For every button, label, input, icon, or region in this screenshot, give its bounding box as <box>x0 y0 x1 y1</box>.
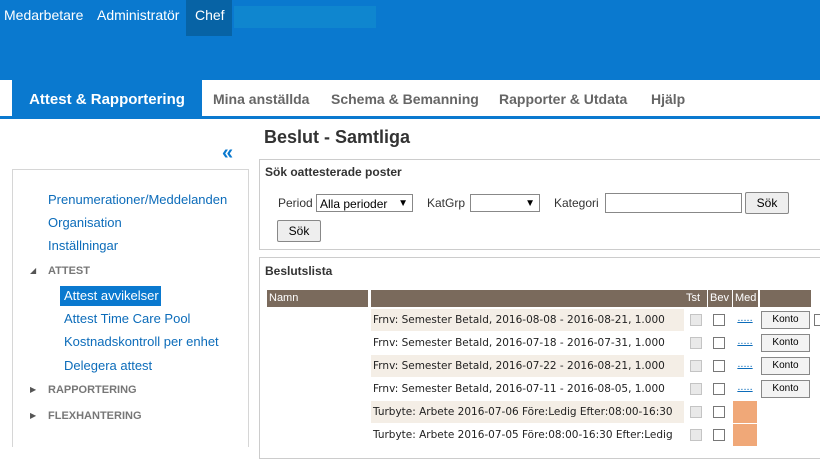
bev-checkbox[interactable] <box>713 406 725 418</box>
collapsed-triangle-icon[interactable]: ▶ <box>30 411 36 420</box>
tst-checkbox <box>690 337 702 349</box>
kategori-input[interactable] <box>605 193 742 213</box>
sok-button-inline[interactable]: Sök <box>745 192 789 214</box>
top-bar: Medarbetare Administratör Chef <box>0 0 820 80</box>
konto-button[interactable]: Konto <box>761 380 810 398</box>
tst-checkbox <box>690 406 702 418</box>
period-select[interactable]: Alla perioder ▼ <box>316 194 413 212</box>
sidebar-item-organisation[interactable]: Organisation <box>48 215 122 230</box>
expanded-triangle-icon[interactable]: ◢ <box>30 266 36 275</box>
role-medarbetare[interactable]: Medarbetare <box>4 0 83 36</box>
table-row[interactable]: Turbyte: Arbete 2016-07-06 Före:Ledig Ef… <box>371 401 684 423</box>
konto-button[interactable]: Konto <box>761 311 810 329</box>
bev-checkbox[interactable] <box>713 360 725 372</box>
table-row[interactable]: Frnv: Semester Betald, 2016-07-22 - 2016… <box>371 355 684 377</box>
sidebar-item-prenumerationer[interactable]: Prenumerationer/Meddelanden <box>48 192 227 207</box>
konto-button[interactable]: Konto <box>761 334 810 352</box>
sidebar-section-flexhantering[interactable]: FLEXHANTERING <box>48 410 142 422</box>
collapsed-triangle-icon[interactable]: ▶ <box>30 385 36 394</box>
katgrp-label: KatGrp <box>427 196 466 210</box>
kategori-label: Kategori <box>554 196 599 210</box>
chevron-down-icon: ▼ <box>525 198 535 209</box>
tab-hjalp[interactable]: Hjälp <box>651 80 685 119</box>
bev-checkbox[interactable] <box>713 383 725 395</box>
katgrp-select[interactable]: ▼ <box>470 194 540 212</box>
main-nav: Attest & Rapportering Mina anställda Sch… <box>0 80 820 119</box>
med-link[interactable]: ..... <box>734 312 756 324</box>
col-header-text <box>371 290 684 307</box>
konto-button[interactable]: Konto <box>761 357 810 375</box>
col-header-med[interactable]: Med <box>733 290 758 307</box>
table-row[interactable]: Frnv: Semester Betald, 2016-08-08 - 2016… <box>371 309 684 331</box>
search-panel-title: Sök oattesterade poster <box>265 165 402 179</box>
col-header-tst[interactable]: Tst <box>684 290 707 307</box>
table-row[interactable]: Frnv: Semester Betald, 2016-07-11 - 2016… <box>371 378 684 400</box>
bev-checkbox[interactable] <box>713 337 725 349</box>
sok-button[interactable]: Sök <box>277 220 321 242</box>
sidebar-item-installningar[interactable]: Inställningar <box>48 238 118 253</box>
chevron-down-icon: ▼ <box>398 198 408 209</box>
tst-checkbox <box>690 429 702 441</box>
period-select-value: Alla perioder <box>320 197 388 211</box>
period-label: Period <box>278 196 313 210</box>
bev-checkbox[interactable] <box>713 314 725 326</box>
tab-schema-bemanning[interactable]: Schema & Bemanning <box>331 80 479 119</box>
table-row[interactable]: Turbyte: Arbete 2016-07-05 Före:08:00-16… <box>371 424 684 446</box>
tst-checkbox <box>690 383 702 395</box>
tab-rapporter-utdata[interactable]: Rapporter & Utdata <box>499 80 627 119</box>
sidebar <box>12 169 249 447</box>
page-title: Beslut - Samtliga <box>264 127 411 147</box>
role-placeholder-box <box>234 6 376 28</box>
col-header-konto <box>760 290 811 307</box>
role-administrator[interactable]: Administratör <box>97 0 179 36</box>
sidebar-item-attest-time-care-pool[interactable]: Attest Time Care Pool <box>64 311 190 326</box>
tst-checkbox <box>690 314 702 326</box>
bev-checkbox[interactable] <box>713 429 725 441</box>
med-link[interactable]: ..... <box>734 358 756 370</box>
sidebar-item-kostnadskontroll[interactable]: Kostnadskontroll per enhet <box>64 334 219 349</box>
tab-attest-rapportering[interactable]: Attest & Rapportering <box>12 80 202 119</box>
tst-checkbox <box>690 360 702 372</box>
table-row[interactable]: Frnv: Semester Betald, 2016-07-18 - 2016… <box>371 332 684 354</box>
med-highlight-cell[interactable] <box>733 401 757 423</box>
med-link[interactable]: ..... <box>734 335 756 347</box>
tab-mina-anstallda[interactable]: Mina anställda <box>213 80 309 119</box>
sidebar-section-attest[interactable]: ATTEST <box>48 265 90 277</box>
collapse-sidebar-icon[interactable]: « <box>222 143 233 163</box>
sidebar-section-rapportering[interactable]: RAPPORTERING <box>48 384 137 396</box>
row-checkbox[interactable] <box>814 314 820 326</box>
sidebar-item-delegera-attest[interactable]: Delegera attest <box>64 358 152 373</box>
role-chef[interactable]: Chef <box>186 0 232 36</box>
col-header-bev[interactable]: Bev <box>708 290 732 307</box>
med-highlight-cell[interactable] <box>733 424 757 446</box>
beslutslista-title: Beslutslista <box>265 264 333 278</box>
sidebar-item-attest-avvikelser[interactable]: Attest avvikelser <box>60 286 161 306</box>
med-link[interactable]: ..... <box>734 381 756 393</box>
col-header-namn[interactable]: Namn <box>267 290 368 307</box>
